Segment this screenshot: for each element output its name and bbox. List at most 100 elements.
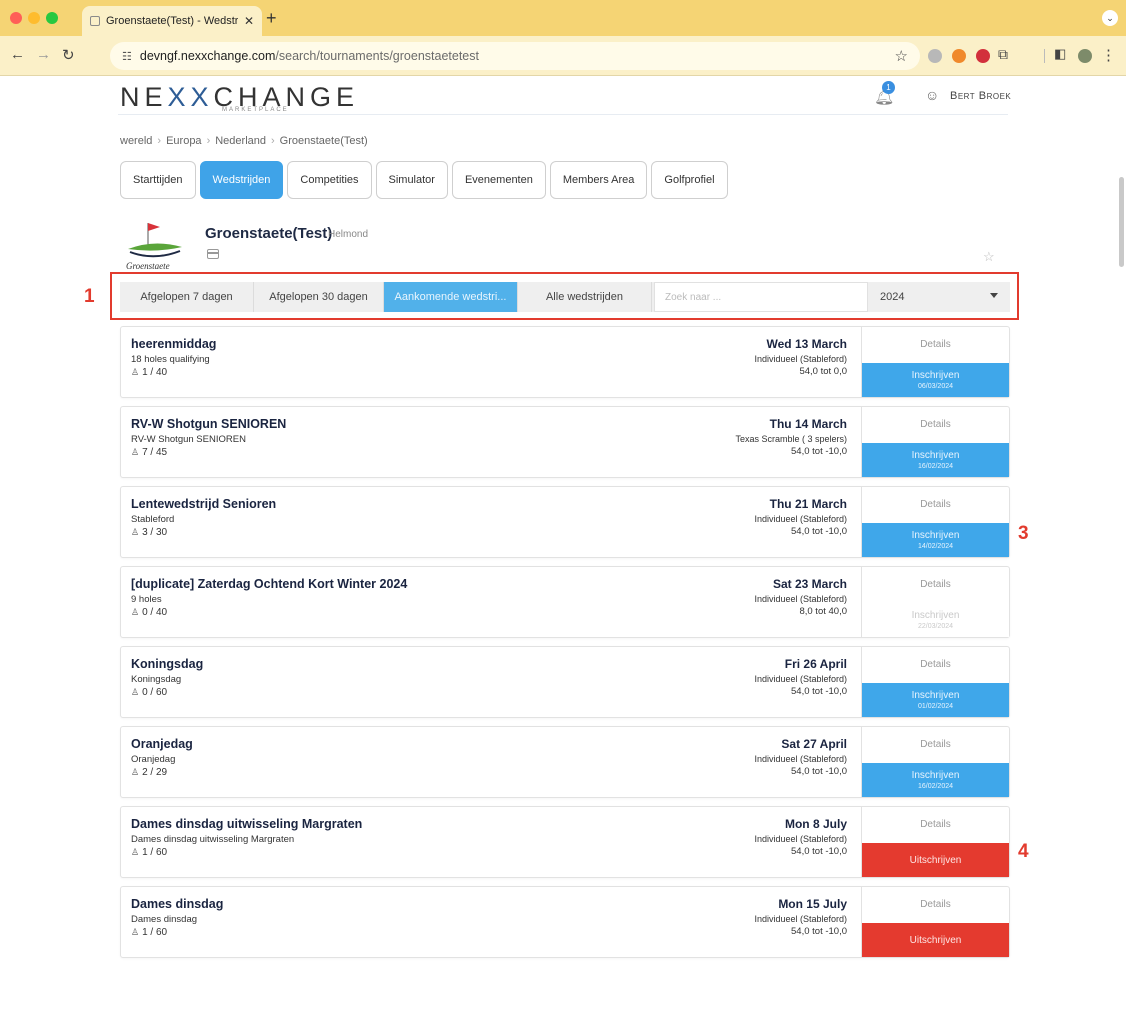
profile-avatar[interactable] [1078, 49, 1092, 63]
details-button[interactable]: Details [862, 567, 1009, 601]
year-select-value: 2024 [880, 291, 905, 303]
details-button[interactable]: Details [862, 647, 1009, 681]
tournament-title[interactable]: heerenmiddag [131, 337, 216, 351]
breadcrumb-item[interactable]: wereld [120, 135, 152, 147]
tournament-date: Sat 23 March [772, 577, 847, 591]
tournament-title[interactable]: Lentewedstrijd Senioren [131, 497, 276, 511]
extension-icon[interactable] [976, 49, 990, 63]
tab-search-icon[interactable]: ⌄ [1102, 10, 1118, 26]
tab-wedstrijden[interactable]: Wedstrijden [199, 161, 284, 199]
filter-all[interactable]: Alle wedstrijden [518, 282, 652, 312]
unsubscribe-button[interactable]: Uitschrijven [862, 843, 1009, 877]
year-select[interactable]: 2024 [868, 282, 1010, 312]
subscribe-button[interactable]: Inschrijven 14/02/2024 [862, 523, 1009, 557]
subscribe-button[interactable]: Inschrijven 16/02/2024 [862, 763, 1009, 797]
forward-icon[interactable]: → [36, 46, 51, 63]
details-button[interactable]: Details [862, 887, 1009, 921]
subscribe-button[interactable]: Inschrijven 06/03/2024 [862, 363, 1009, 397]
details-button[interactable]: Details [862, 727, 1009, 761]
subscribe-button[interactable]: Inschrijven 01/02/2024 [862, 683, 1009, 717]
browser-tab-bar: Groenstaete(Test) - Wedstrijden ✕ + ⌄ [0, 0, 1126, 36]
favorite-star-icon[interactable]: ☆ [983, 249, 995, 265]
tournament-date: Mon 8 July [784, 817, 847, 831]
participant-count: ♙ 1 / 60 [131, 847, 168, 858]
new-tab-button[interactable]: + [266, 8, 277, 29]
back-icon[interactable]: ← [10, 46, 25, 63]
tournament-row[interactable]: Dames dinsdag uitwisseling Margraten Dam… [120, 806, 1010, 878]
tournament-title[interactable]: Koningsdag [131, 657, 203, 671]
tournament-row[interactable]: RV-W Shotgun SENIOREN RV-W Shotgun SENIO… [120, 406, 1010, 478]
reload-icon[interactable]: ↻ [62, 46, 75, 64]
details-button[interactable]: Details [862, 327, 1009, 361]
club-name: Groenstaete(Test) [205, 225, 333, 242]
club-logo: Groenstaete [126, 223, 182, 271]
tournament-row[interactable]: heerenmiddag 18 holes qualifying ♙ 1 / 40… [120, 326, 1010, 398]
unsubscribe-button[interactable]: Uitschrijven [862, 923, 1009, 957]
breadcrumb-item[interactable]: Groenstaete(Test) [280, 135, 368, 147]
side-panel-icon[interactable]: ◧ [1054, 46, 1066, 62]
filter-upcoming[interactable]: Aankomende wedstri... [384, 282, 518, 312]
tournament-date: Fri 26 April [784, 657, 847, 671]
tournament-row[interactable]: [duplicate] Zaterdag Ochtend Kort Winter… [120, 566, 1010, 638]
tournament-type: Individueel (Stableford) [754, 514, 847, 524]
person-icon: ♙ [131, 927, 140, 937]
tab-members-area[interactable]: Members Area [549, 161, 648, 199]
user-icon[interactable]: ☺ [925, 87, 939, 103]
details-button[interactable]: Details [862, 407, 1009, 441]
browser-tab[interactable]: Groenstaete(Test) - Wedstrijden ✕ [82, 6, 262, 36]
tournament-subtitle: 9 holes [131, 594, 162, 605]
site-info-icon[interactable]: ☷ [122, 50, 132, 63]
participant-count: ♙ 1 / 60 [131, 927, 168, 938]
browser-menu-icon[interactable]: ⋮ [1101, 46, 1116, 64]
tab-starttijden[interactable]: Starttijden [120, 161, 196, 199]
site-logo[interactable]: NEXXCHANGE MARKETPLACE [120, 81, 359, 114]
tab-close-icon[interactable]: ✕ [244, 14, 254, 28]
details-button[interactable]: Details [862, 487, 1009, 521]
breadcrumb-item[interactable]: Nederland [215, 135, 266, 147]
tab-evenementen[interactable]: Evenementen [451, 161, 546, 199]
tournament-row[interactable]: Oranjedag Oranjedag ♙ 2 / 29 Sat 27 April… [120, 726, 1010, 798]
address-bar[interactable]: ☷ devngf.nexxchange.com/search/tournamen… [110, 42, 920, 70]
tab-golfprofiel[interactable]: Golfprofiel [651, 161, 728, 199]
tournament-type: Individueel (Stableford) [754, 594, 847, 604]
search-input[interactable]: Zoek naar ... [654, 282, 868, 312]
tab-simulator[interactable]: Simulator [375, 161, 448, 199]
person-icon: ♙ [131, 527, 140, 537]
bookmark-star-icon[interactable]: ☆ [895, 47, 908, 65]
tournament-title[interactable]: Oranjedag [131, 737, 193, 751]
extension-icon[interactable] [928, 49, 942, 63]
url-text: devngf.nexxchange.com/search/tournaments… [139, 49, 479, 63]
tournament-title[interactable]: Dames dinsdag [131, 897, 223, 911]
participant-count: ♙ 2 / 29 [131, 767, 168, 778]
page-scrollbar[interactable] [1119, 177, 1124, 267]
breadcrumb-item[interactable]: Europa [166, 135, 201, 147]
participant-count: ♙ 1 / 40 [131, 367, 168, 378]
subscribe-button[interactable]: Inschrijven 16/02/2024 [862, 443, 1009, 477]
close-window-button[interactable] [10, 12, 22, 24]
club-city: Helmond [328, 229, 369, 240]
card-icon[interactable] [207, 249, 219, 259]
details-button[interactable]: Details [862, 807, 1009, 841]
svg-text:Groenstaete: Groenstaete [126, 261, 170, 271]
page-content: NEXXCHANGE MARKETPLACE 🔔︎ 1 ☺ Bert Broek… [0, 77, 1126, 1018]
user-name[interactable]: Bert Broek [950, 90, 1011, 102]
tournament-date: Thu 14 March [769, 417, 847, 431]
tournament-subtitle: Koningsdag [131, 674, 182, 685]
tournament-row[interactable]: Dames dinsdag Dames dinsdag ♙ 1 / 60 Mon … [120, 886, 1010, 958]
tournament-title[interactable]: RV-W Shotgun SENIOREN [131, 417, 286, 431]
extensions-puzzle-icon[interactable]: ⧉ [998, 46, 1008, 63]
tournament-title[interactable]: [duplicate] Zaterdag Ochtend Kort Winter… [131, 577, 407, 591]
minimize-window-button[interactable] [28, 12, 40, 24]
handicap-range: 54,0 tot 0,0 [799, 366, 847, 377]
tournament-date: Thu 21 March [769, 497, 847, 511]
extension-icon[interactable] [952, 49, 966, 63]
tournament-row[interactable]: Koningsdag Koningsdag ♙ 0 / 60 Fri 26 Apr… [120, 646, 1010, 718]
filter-last-30-days[interactable]: Afgelopen 30 dagen [254, 282, 384, 312]
filter-last-7-days[interactable]: Afgelopen 7 dagen [120, 282, 254, 312]
maximize-window-button[interactable] [46, 12, 58, 24]
tournament-date: Sat 27 April [781, 737, 847, 751]
tab-competities[interactable]: Competities [287, 161, 372, 199]
tournament-title[interactable]: Dames dinsdag uitwisseling Margraten [131, 817, 362, 831]
tournament-row[interactable]: Lentewedstrijd Senioren Stableford ♙ 3 / … [120, 486, 1010, 558]
participant-count: ♙ 0 / 60 [131, 687, 168, 698]
